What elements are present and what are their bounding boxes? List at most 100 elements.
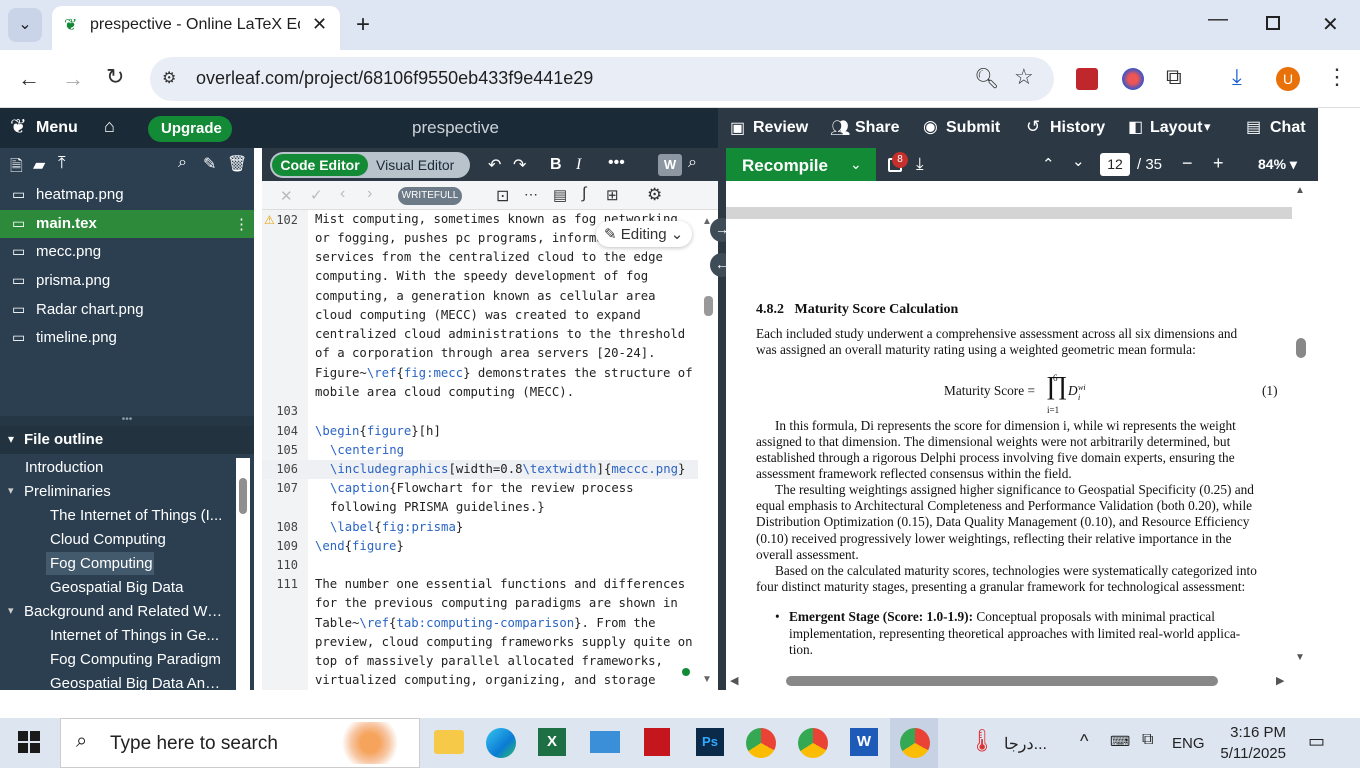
outline-item[interactable]: Geospatial Big Data Ana... xyxy=(50,675,224,692)
share-button[interactable]: Share xyxy=(855,119,899,137)
clock-time[interactable]: 3:16 PM xyxy=(1224,724,1286,741)
outline-item[interactable]: Introduction xyxy=(25,459,259,476)
home-icon[interactable]: ⌂ xyxy=(104,116,115,137)
chevron-left-icon[interactable]: ‹ xyxy=(340,185,345,203)
file-item[interactable]: prisma.png xyxy=(0,267,254,295)
file-item[interactable]: Radar chart.png xyxy=(0,296,254,324)
scroll-right-icon[interactable]: ▶ xyxy=(1276,674,1284,687)
submit-icon[interactable]: ◉ xyxy=(923,117,938,137)
submit-button[interactable]: Submit xyxy=(946,119,1000,137)
tray-chevron-icon[interactable]: ^ xyxy=(1080,731,1088,752)
menu-button[interactable]: Menu xyxy=(36,119,78,137)
outline-item[interactable]: Internet of Things in Ge... xyxy=(50,627,224,644)
pdf-vertical-scrollbar[interactable] xyxy=(1292,181,1310,671)
review-icon[interactable]: ▣ xyxy=(730,118,745,138)
photoshop-icon[interactable]: Ps xyxy=(696,728,724,756)
next-page-icon[interactable]: ⌄ xyxy=(1072,152,1085,170)
recompile-dropdown-icon[interactable]: ⌄ xyxy=(850,156,862,173)
weather-text[interactable]: درجا... xyxy=(1004,734,1047,754)
panel-resize-handle[interactable]: ••• xyxy=(0,415,254,426)
extensions-puzzle-icon[interactable]: ⧉ xyxy=(1166,64,1182,90)
settings-icon[interactable]: ⚙ xyxy=(647,185,662,205)
close-tab-icon[interactable]: ✕ xyxy=(312,14,327,35)
language-indicator[interactable]: ENG xyxy=(1172,735,1205,752)
redo-icon[interactable]: ↷ xyxy=(513,155,526,175)
more-icon[interactable]: ••• xyxy=(608,154,625,172)
file-explorer-icon[interactable] xyxy=(434,730,464,754)
scroll-thumb[interactable] xyxy=(1296,338,1306,358)
scroll-up-icon[interactable]: ▲ xyxy=(1295,185,1305,196)
chevron-down-icon[interactable]: ▾ xyxy=(8,484,14,497)
close-icon[interactable]: ✕ xyxy=(280,187,293,205)
zoom-out-icon[interactable]: − xyxy=(1182,153,1193,174)
tab-search-button[interactable]: ⌄ xyxy=(8,8,42,42)
mendeley-extension-icon[interactable] xyxy=(1076,68,1098,90)
notification-icon[interactable]: ▭ xyxy=(1308,731,1325,752)
editing-mode-dropdown[interactable]: ✎ Editing ⌄ xyxy=(596,221,692,247)
chevron-right-icon[interactable]: › xyxy=(367,185,372,203)
scroll-down-icon[interactable]: ▼ xyxy=(702,674,712,685)
weather-icon[interactable]: 🌡︎ xyxy=(968,728,996,754)
extension-icon[interactable] xyxy=(1122,68,1144,90)
layout-button[interactable]: Layout xyxy=(1150,119,1202,137)
project-title[interactable]: prespective xyxy=(412,118,499,138)
search-files-icon[interactable]: ⌕ xyxy=(178,154,187,172)
zoom-in-icon[interactable]: + xyxy=(1213,153,1224,174)
search-icon[interactable]: ⌕ xyxy=(688,154,697,172)
writefull-badge[interactable]: WRITEFULL xyxy=(398,187,462,205)
new-file-icon[interactable]: 🗎︎ xyxy=(10,155,23,182)
outline-item[interactable]: The Internet of Things (I... xyxy=(50,507,224,524)
new-folder-icon[interactable]: ▰ xyxy=(33,155,45,175)
zoom-dropdown[interactable]: 84% ▾ xyxy=(1258,156,1297,173)
clock-date[interactable]: 5/11/2025 xyxy=(1212,745,1286,762)
site-info-icon[interactable]: ⚙ xyxy=(162,68,176,88)
file-item-selected[interactable]: main.tex xyxy=(0,210,254,238)
minimize-icon[interactable]: — xyxy=(1208,8,1228,31)
page-number-input[interactable]: 12 xyxy=(1100,153,1130,176)
scroll-thumb[interactable] xyxy=(239,478,247,514)
delete-icon[interactable]: 🗑︎ xyxy=(227,154,247,174)
mail-icon[interactable] xyxy=(590,731,620,753)
file-item[interactable]: heatmap.png xyxy=(0,181,254,209)
robot-icon[interactable]: ⊡ xyxy=(496,186,509,206)
zoom-icon[interactable]: 🔍︎ xyxy=(974,66,999,91)
upload-icon[interactable]: ⤒ xyxy=(58,153,66,173)
dots-icon[interactable]: ⋯ xyxy=(524,186,538,203)
scroll-down-icon[interactable]: ▼ xyxy=(1295,652,1305,663)
forward-icon[interactable]: → xyxy=(62,66,84,92)
file-item[interactable]: timeline.png xyxy=(0,324,254,352)
file-menu-icon[interactable]: ⋮ xyxy=(234,215,249,233)
scroll-thumb[interactable] xyxy=(786,676,1218,686)
edge-icon[interactable] xyxy=(486,728,516,758)
table-icon[interactable]: ⊞ xyxy=(606,186,619,204)
comment-icon[interactable]: ▤ xyxy=(553,186,567,204)
history-button[interactable]: History xyxy=(1050,119,1105,137)
new-tab-icon[interactable]: + xyxy=(356,11,370,39)
chrome-active-icon[interactable] xyxy=(900,728,930,758)
restore-icon[interactable] xyxy=(1266,16,1280,30)
prev-page-icon[interactable]: ⌃ xyxy=(1042,155,1055,173)
check-icon[interactable]: ✓ xyxy=(310,186,323,204)
acrobat-icon[interactable] xyxy=(644,728,670,756)
reload-icon[interactable]: ↻ xyxy=(106,64,124,90)
url-text[interactable]: overleaf.com/project/68106f9550eb433f9e4… xyxy=(196,68,593,89)
math-icon[interactable]: ∫ xyxy=(582,185,586,203)
chat-button[interactable]: Chat xyxy=(1270,119,1306,137)
bold-icon[interactable]: B xyxy=(550,156,562,174)
outline-item[interactable]: Fog Computing Paradigm xyxy=(50,651,224,668)
chrome-icon[interactable] xyxy=(798,728,828,758)
code-editor-button[interactable]: Code Editor xyxy=(272,154,368,176)
file-item[interactable]: mecc.png xyxy=(0,238,254,266)
windows-start-icon[interactable] xyxy=(18,731,40,753)
layout-icon[interactable]: ◧ xyxy=(1128,117,1143,137)
chrome-profile-icon[interactable] xyxy=(746,728,776,758)
excel-icon[interactable]: X xyxy=(538,728,566,756)
chat-icon[interactable]: ▤ xyxy=(1246,117,1261,137)
italic-icon[interactable]: I xyxy=(576,156,581,174)
share-icon[interactable]: 👥︎ xyxy=(830,118,850,138)
close-window-icon[interactable]: ✕ xyxy=(1322,12,1339,37)
rename-icon[interactable]: ✎ xyxy=(203,154,216,174)
outline-item[interactable]: Background and Related Wo... xyxy=(24,603,224,620)
undo-icon[interactable]: ↶ xyxy=(488,155,501,175)
scroll-left-icon[interactable]: ◀ xyxy=(730,674,738,687)
